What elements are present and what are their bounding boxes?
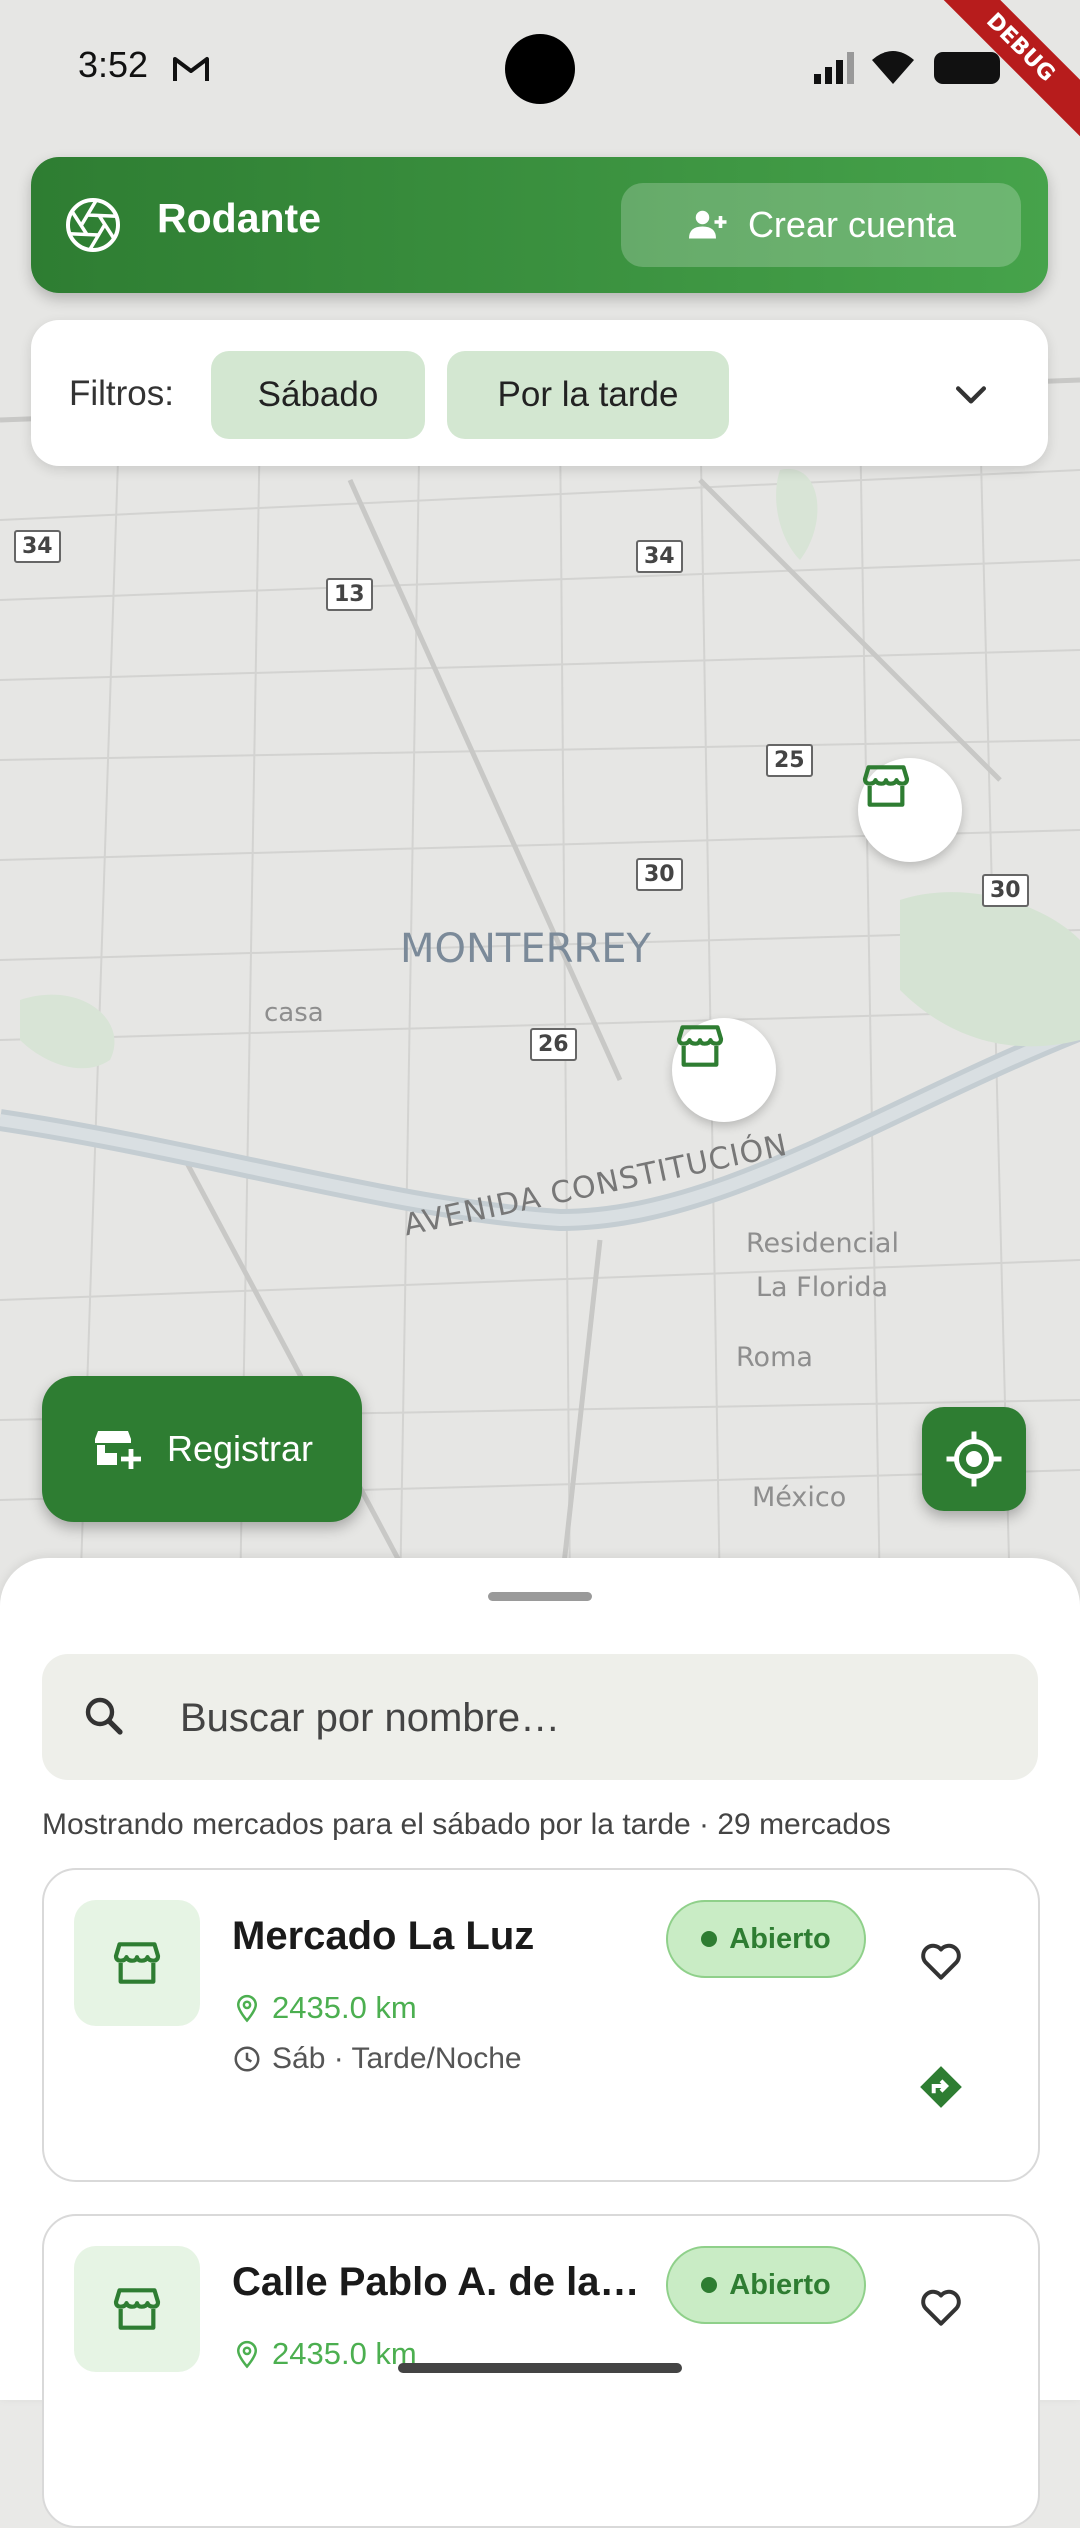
road-badge: 26 [530, 1028, 577, 1061]
chevron-down-icon[interactable] [949, 372, 993, 416]
app-title: Rodante [157, 195, 321, 241]
battery-icon [934, 52, 1000, 84]
location-pin-icon [236, 2340, 258, 2369]
road-badge: 34 [14, 530, 61, 563]
front-camera [505, 34, 575, 104]
status-dot [701, 1931, 718, 1947]
market-name: Calle Pablo A. de la… [232, 2260, 640, 2304]
road-badge: 13 [326, 578, 373, 611]
road-badge: 30 [982, 874, 1029, 907]
storefront-icon [113, 1942, 161, 1984]
search-placeholder: Buscar por nombre… [180, 1696, 561, 1740]
map-area-label: La Florida [756, 1272, 889, 1303]
status-bar: 3:52 DEBUG [0, 0, 1080, 147]
road-badge: 34 [636, 540, 683, 573]
market-name: Mercado La Luz [232, 1914, 535, 1958]
distance-value: 2435.0 km [272, 1990, 417, 2025]
filter-chip-day[interactable]: Sábado [211, 351, 425, 439]
storefront-icon [676, 1025, 724, 1067]
sheet-drag-handle[interactable] [488, 1592, 592, 1601]
road-badge: 25 [766, 744, 813, 777]
status-time: 3:52 [78, 44, 149, 85]
directions-icon[interactable] [916, 2062, 966, 2112]
heart-icon[interactable] [916, 2282, 966, 2332]
crosshair-icon [946, 1431, 1002, 1487]
register-button[interactable]: Registrar [42, 1376, 362, 1522]
create-account-button[interactable]: Crear cuenta [621, 183, 1021, 267]
distance-value: 2435.0 km [272, 2336, 417, 2371]
status-badge: Abierto [666, 1900, 866, 1978]
storefront-icon [862, 765, 910, 807]
market-marker[interactable] [858, 758, 962, 862]
map-area-label: Roma [736, 1342, 813, 1373]
search-icon [85, 1697, 123, 1735]
filters-label: Filtros: [69, 374, 174, 413]
person-add-icon [688, 210, 727, 239]
map-area-label: casa [264, 998, 324, 1028]
schedule-value: Sáb · Tarde/Noche [272, 2042, 522, 2075]
gmail-icon [173, 57, 209, 81]
market-schedule: Sáb · Tarde/Noche [232, 2042, 522, 2076]
market-distance: 2435.0 km [232, 2336, 417, 2372]
road-badge: 30 [636, 858, 683, 891]
status-dot [701, 2277, 718, 2293]
register-label: Registrar [166, 1428, 314, 1469]
signal-icon [814, 52, 854, 84]
clock-icon [234, 2046, 260, 2072]
map-area-label: México [752, 1482, 847, 1513]
location-pin-icon [236, 1994, 258, 2023]
status-label: Abierto [729, 2268, 831, 2301]
status-badge: Abierto [666, 2246, 866, 2324]
market-icon-box [74, 2246, 200, 2372]
results-summary: Mostrando mercados para el sábado por la… [42, 1808, 891, 1841]
market-distance: 2435.0 km [232, 1990, 417, 2026]
storefront-icon [113, 2288, 161, 2330]
market-marker[interactable] [672, 1018, 776, 1122]
heart-icon[interactable] [916, 1936, 966, 1986]
filter-chip-time[interactable]: Por la tarde [447, 351, 729, 439]
wifi-icon [872, 51, 914, 84]
my-location-button[interactable] [922, 1407, 1026, 1511]
search-input[interactable]: Buscar por nombre… [42, 1654, 1038, 1780]
status-label: Abierto [729, 1922, 831, 1955]
add-business-icon [94, 1431, 141, 1469]
market-card[interactable]: Mercado La Luz Abierto 2435.0 km Sáb · T… [42, 1868, 1040, 2182]
map-area-label: Residencial [746, 1228, 899, 1259]
gesture-nav-bar[interactable] [398, 2363, 682, 2373]
app-bar: Rodante Crear cuenta [31, 157, 1048, 293]
map-city-label: MONTERREY [400, 926, 651, 972]
markets-bottom-sheet[interactable]: Buscar por nombre… Mostrando mercados pa… [0, 1558, 1080, 2528]
create-account-label: Crear cuenta [747, 204, 957, 245]
filters-panel: Filtros: Sábado Por la tarde [31, 320, 1048, 466]
aperture-icon [66, 198, 120, 252]
market-icon-box [74, 1900, 200, 2026]
